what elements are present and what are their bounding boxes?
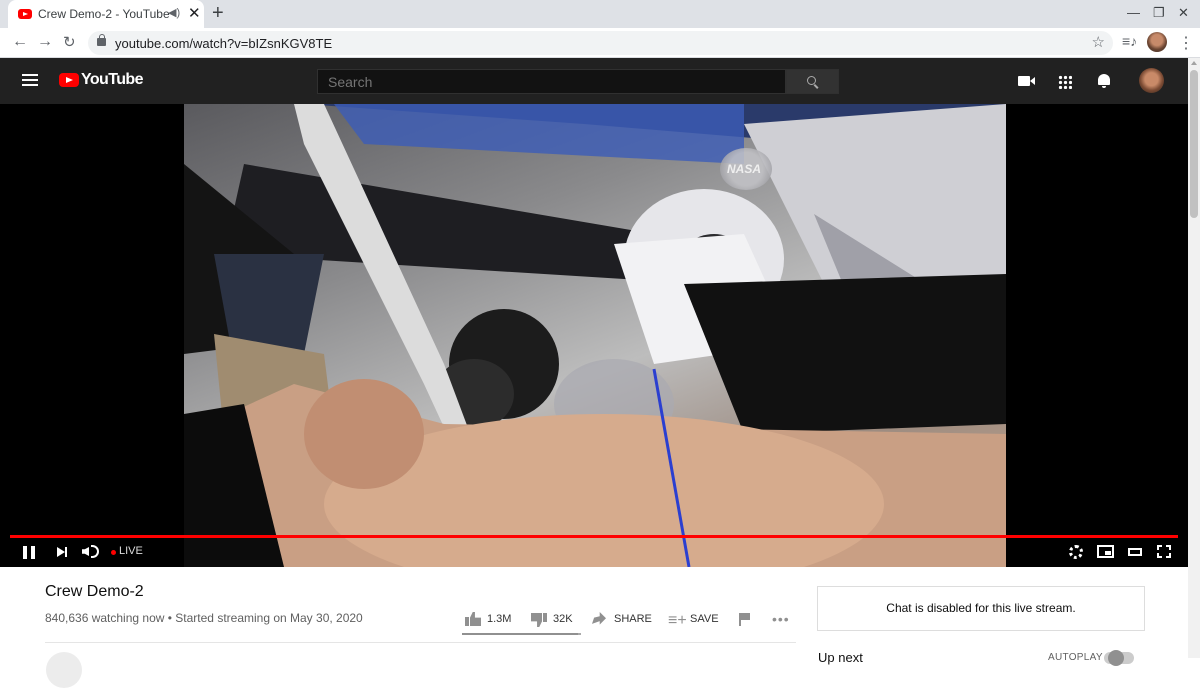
close-icon[interactable]: ✕: [188, 4, 201, 22]
tab-strip: Crew Demo-2 - YouTube ◀) ✕ + — ❐ ✕: [0, 0, 1200, 28]
forward-icon[interactable]: →: [37, 33, 53, 51]
chat-disabled-box: Chat is disabled for this live stream.: [817, 586, 1145, 631]
video-content: [184, 104, 1006, 567]
restore-icon[interactable]: ❐: [1153, 5, 1165, 21]
autoplay-toggle[interactable]: [1104, 650, 1134, 666]
media-icon[interactable]: ≡♪: [1122, 33, 1137, 49]
profile-avatar[interactable]: [1147, 32, 1167, 52]
reload-icon[interactable]: ↻: [63, 33, 76, 51]
lock-icon: [97, 34, 106, 46]
menu-icon[interactable]: ⋮: [1178, 33, 1194, 53]
youtube-header: YouTube: [0, 58, 1188, 104]
browser-toolbar: ← → ↻ youtube.com/watch?v=bIZsnKGV8TE ☆ …: [0, 28, 1200, 58]
progress-bar[interactable]: [10, 535, 1178, 538]
flag-icon[interactable]: [739, 613, 750, 626]
avatar[interactable]: [1139, 68, 1164, 93]
channel-avatar[interactable]: [46, 652, 82, 688]
like-count[interactable]: 1.3M: [487, 613, 511, 625]
volume-wave: [91, 545, 99, 558]
search-button[interactable]: [786, 69, 839, 94]
share-icon[interactable]: [592, 612, 606, 625]
volume-icon[interactable]: [82, 547, 89, 556]
scroll-up-icon[interactable]: [1191, 61, 1197, 65]
browser-tab[interactable]: Crew Demo-2 - YouTube ◀) ✕: [8, 0, 204, 28]
search-icon: [807, 76, 816, 85]
back-icon[interactable]: ←: [12, 33, 28, 51]
new-tab-button[interactable]: +: [212, 2, 224, 25]
live-badge[interactable]: LIVE: [119, 545, 143, 557]
minimize-icon[interactable]: —: [1127, 5, 1140, 20]
audio-icon[interactable]: ◀): [168, 6, 180, 19]
save-button[interactable]: SAVE: [690, 613, 719, 625]
miniplayer-icon[interactable]: [1097, 545, 1114, 558]
search-input[interactable]: [317, 69, 786, 94]
video-player[interactable]: NASA LIVE: [0, 104, 1188, 567]
chat-disabled-text: Chat is disabled for this live stream.: [886, 601, 1076, 615]
video-meta: 840,636 watching now • Started streaming…: [45, 611, 363, 625]
url-text[interactable]: youtube.com/watch?v=bIZsnKGV8TE: [115, 36, 332, 51]
tab-title: Crew Demo-2 - YouTube: [38, 7, 170, 21]
youtube-logo-text[interactable]: YouTube: [81, 71, 143, 89]
star-icon[interactable]: ☆: [1092, 33, 1105, 51]
hamburger-icon[interactable]: [22, 74, 38, 86]
dislike-count[interactable]: 32K: [553, 613, 573, 625]
scrollbar-thumb[interactable]: [1190, 70, 1198, 218]
dislike-icon[interactable]: [531, 613, 547, 627]
apps-icon[interactable]: [1058, 75, 1072, 89]
nasa-logo: NASA: [720, 148, 772, 190]
settings-icon[interactable]: [1069, 545, 1083, 559]
video-frame[interactable]: [184, 104, 1006, 567]
video-title: Crew Demo-2: [45, 583, 144, 600]
like-icon[interactable]: [465, 612, 481, 626]
share-button[interactable]: SHARE: [614, 613, 652, 625]
divider: [45, 642, 796, 643]
nasa-watermark: NASA: [727, 162, 762, 176]
window-close-icon[interactable]: ✕: [1178, 5, 1189, 21]
live-dot: [111, 550, 116, 555]
like-bar-fill: [462, 633, 579, 635]
create-video-icon[interactable]: [1018, 76, 1035, 86]
youtube-logo-icon[interactable]: [59, 73, 79, 87]
bell-icon[interactable]: [1098, 74, 1110, 88]
more-icon[interactable]: •••: [772, 611, 790, 627]
theater-icon[interactable]: [1128, 548, 1142, 556]
save-icon[interactable]: ≡+: [668, 612, 687, 630]
youtube-favicon: [18, 9, 32, 19]
fullscreen-icon[interactable]: [1157, 545, 1171, 558]
pause-icon[interactable]: [23, 546, 35, 559]
address-bar[interactable]: youtube.com/watch?v=bIZsnKGV8TE ☆: [88, 31, 1113, 55]
